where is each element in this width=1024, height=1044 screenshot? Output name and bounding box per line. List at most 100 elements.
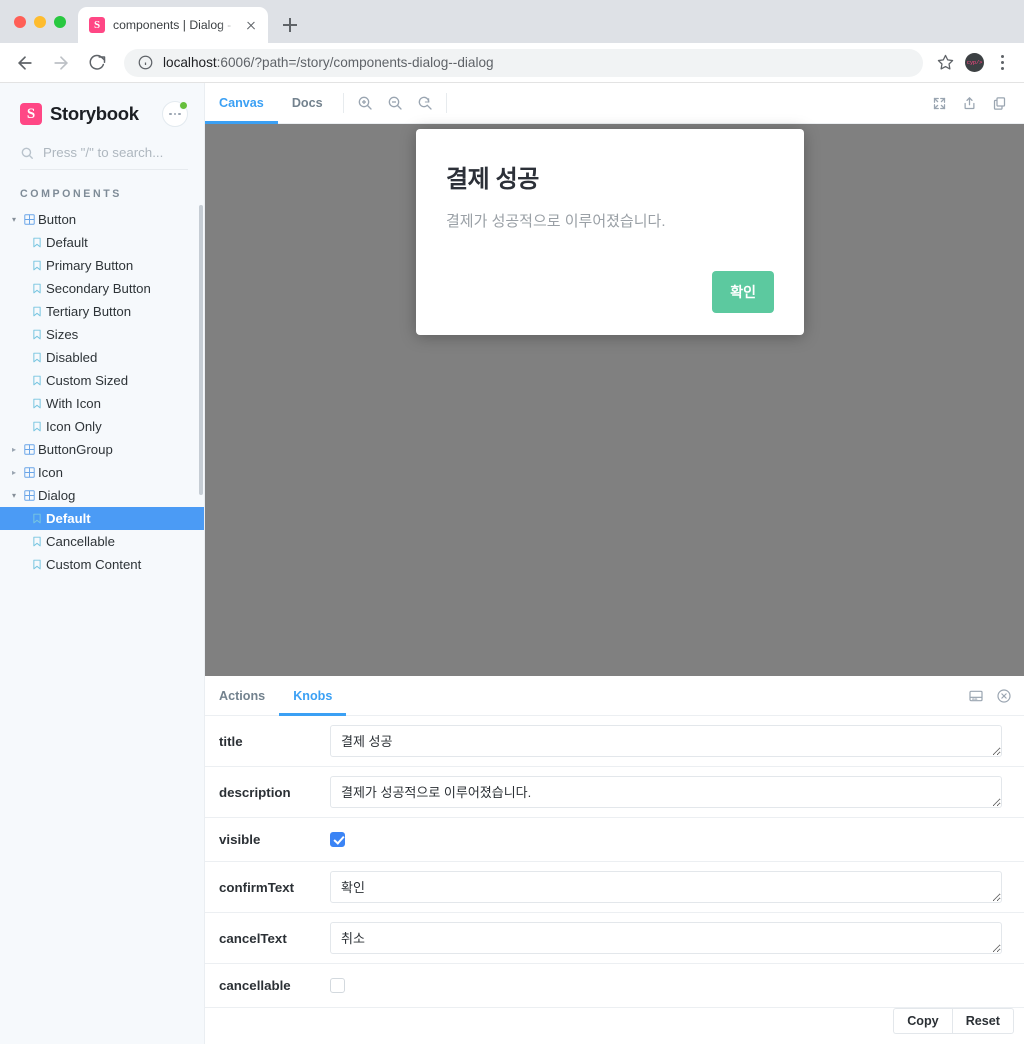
dialog-actions: 확인 (446, 271, 774, 313)
story-bookmark-icon (28, 306, 46, 317)
sidebar-item-disabled[interactable]: Disabled (0, 346, 204, 369)
fullscreen-icon[interactable] (924, 83, 954, 123)
copy-button[interactable]: Copy (893, 1008, 952, 1034)
story-bookmark-icon (28, 329, 46, 340)
sidebar-item-label: Dialog (38, 488, 76, 503)
sidebar-menu-button[interactable] (162, 101, 188, 127)
knob-input-confirmText[interactable] (330, 871, 1002, 903)
forward-icon[interactable] (46, 48, 76, 78)
search-input[interactable]: Press "/" to search... (20, 139, 188, 170)
knobs-table: title description visible confirmText cancel… (205, 716, 1024, 1008)
toolbar-divider-2 (445, 93, 447, 113)
knob-input-description[interactable] (330, 776, 1002, 808)
knob-value-cell (330, 913, 1024, 964)
sidebar-item-label: Cancellable (46, 534, 115, 549)
address-text: localhost:6006/?path=/story/components-d… (163, 55, 494, 70)
sidebar-item-default[interactable]: Default (0, 231, 204, 254)
maximize-window-button[interactable] (54, 15, 66, 28)
sidebar-item-sizes[interactable]: Sizes (0, 323, 204, 346)
zoom-in-icon[interactable] (350, 83, 380, 123)
knob-value-cell (330, 818, 1024, 862)
browser-menu-icon[interactable] (990, 51, 1014, 75)
chevron-right-icon[interactable]: ▸ (8, 445, 20, 454)
chevron-down-icon[interactable]: ▾ (8, 215, 20, 224)
story-bookmark-icon (28, 260, 46, 271)
sidebar-item-default[interactable]: Default (0, 507, 204, 530)
sidebar-header: S Storybook (0, 83, 204, 135)
sidebar-section-label: COMPONENTS (20, 188, 122, 200)
sidebar-item-custom-sized[interactable]: Custom Sized (0, 369, 204, 392)
sidebar-item-tertiary-button[interactable]: Tertiary Button (0, 300, 204, 323)
knob-checkbox-visible[interactable] (330, 831, 345, 847)
back-icon[interactable] (10, 48, 40, 78)
new-tab-button[interactable] (276, 11, 304, 39)
storybook-favicon: S (89, 17, 105, 33)
knob-label-cancellable: cancellable (219, 978, 291, 993)
sidebar-scrollbar[interactable] (199, 205, 203, 495)
component-icon (20, 467, 38, 478)
zoom-out-icon[interactable] (380, 83, 410, 123)
sidebar: S Storybook Press "/" to search... COMPO… (0, 83, 204, 1044)
sidebar-item-icon[interactable]: ▸ Icon (0, 461, 204, 484)
toolbar-divider (342, 93, 344, 113)
knob-row: cancelText (205, 913, 1024, 964)
story-bookmark-icon (28, 536, 46, 547)
knob-value-cell (330, 862, 1024, 913)
sidebar-item-with-icon[interactable]: With Icon (0, 392, 204, 415)
storybook-app: S Storybook Press "/" to search... COMPO… (0, 83, 1024, 1044)
knob-input-cancelText[interactable] (330, 922, 1002, 954)
knobs-button-group: Copy Reset (893, 1008, 1014, 1034)
close-icon[interactable] (242, 16, 260, 34)
sidebar-item-custom-content[interactable]: Custom Content (0, 553, 204, 576)
sidebar-item-buttongroup[interactable]: ▸ ButtonGroup (0, 438, 204, 461)
component-icon (20, 490, 38, 501)
chevron-right-icon[interactable]: ▸ (8, 468, 20, 477)
knob-checkbox-cancellable[interactable] (330, 977, 345, 993)
sidebar-item-primary-button[interactable]: Primary Button (0, 254, 204, 277)
tab-strip: S components | Dialog - Dialog (0, 0, 1024, 43)
knobs-panel: title description visible confirmText cancel… (205, 716, 1024, 1044)
reset-button[interactable]: Reset (951, 1008, 1014, 1034)
main-panel: Canvas Docs 결제 성공 결제가 성공적으로 이루어졌습니다. 확인 … (204, 83, 1024, 1044)
sidebar-item-dialog[interactable]: ▾ Dialog (0, 484, 204, 507)
tab-actions[interactable]: Actions (205, 676, 279, 715)
avatar[interactable]: cyp/> (965, 53, 984, 72)
copy-icon[interactable] (984, 83, 1014, 123)
browser-window: S components | Dialog - Dialog localhost… (0, 0, 1024, 1044)
story-bookmark-icon (28, 375, 46, 386)
sidebar-item-button[interactable]: ▾ Button (0, 208, 204, 231)
tab-actions-label: Actions (219, 688, 266, 703)
tab-docs-label: Docs (291, 96, 323, 110)
close-window-button[interactable] (14, 15, 26, 28)
dialog-confirm-button[interactable]: 확인 (712, 271, 774, 313)
tab-knobs[interactable]: Knobs (279, 676, 347, 716)
panel-position-icon[interactable] (968, 688, 984, 704)
tab-docs[interactable]: Docs (278, 83, 337, 123)
knob-input-title[interactable] (330, 725, 1002, 757)
story-bookmark-icon (28, 513, 46, 524)
close-circle-icon[interactable] (996, 688, 1012, 704)
minimize-window-button[interactable] (34, 15, 46, 28)
tab-canvas[interactable]: Canvas (205, 83, 278, 124)
bookmark-star-icon[interactable] (931, 49, 959, 77)
address-bar[interactable]: localhost:6006/?path=/story/components-d… (124, 48, 923, 77)
sidebar-item-label: Sizes (46, 327, 79, 342)
story-bookmark-icon (28, 421, 46, 432)
sidebar-item-secondary-button[interactable]: Secondary Button (0, 277, 204, 300)
sidebar-item-label: Primary Button (46, 258, 134, 273)
sidebar-item-cancellable[interactable]: Cancellable (0, 530, 204, 553)
knob-label-title: title (219, 733, 243, 749)
update-available-dot (179, 101, 188, 110)
sidebar-item-label: Default (46, 235, 88, 250)
site-info-icon[interactable] (138, 55, 153, 70)
canvas-toolbar: Canvas Docs (205, 83, 1024, 124)
share-icon[interactable] (954, 83, 984, 123)
chevron-down-icon[interactable]: ▾ (8, 491, 20, 500)
browser-tab[interactable]: S components | Dialog - Dialog (78, 7, 268, 43)
reload-icon[interactable] (82, 48, 112, 78)
sidebar-item-icon-only[interactable]: Icon Only (0, 415, 204, 438)
storybook-brand[interactable]: S Storybook (20, 103, 139, 125)
component-icon (20, 214, 38, 225)
zoom-reset-icon[interactable] (410, 83, 440, 123)
sidebar-item-label: Button (38, 212, 77, 227)
